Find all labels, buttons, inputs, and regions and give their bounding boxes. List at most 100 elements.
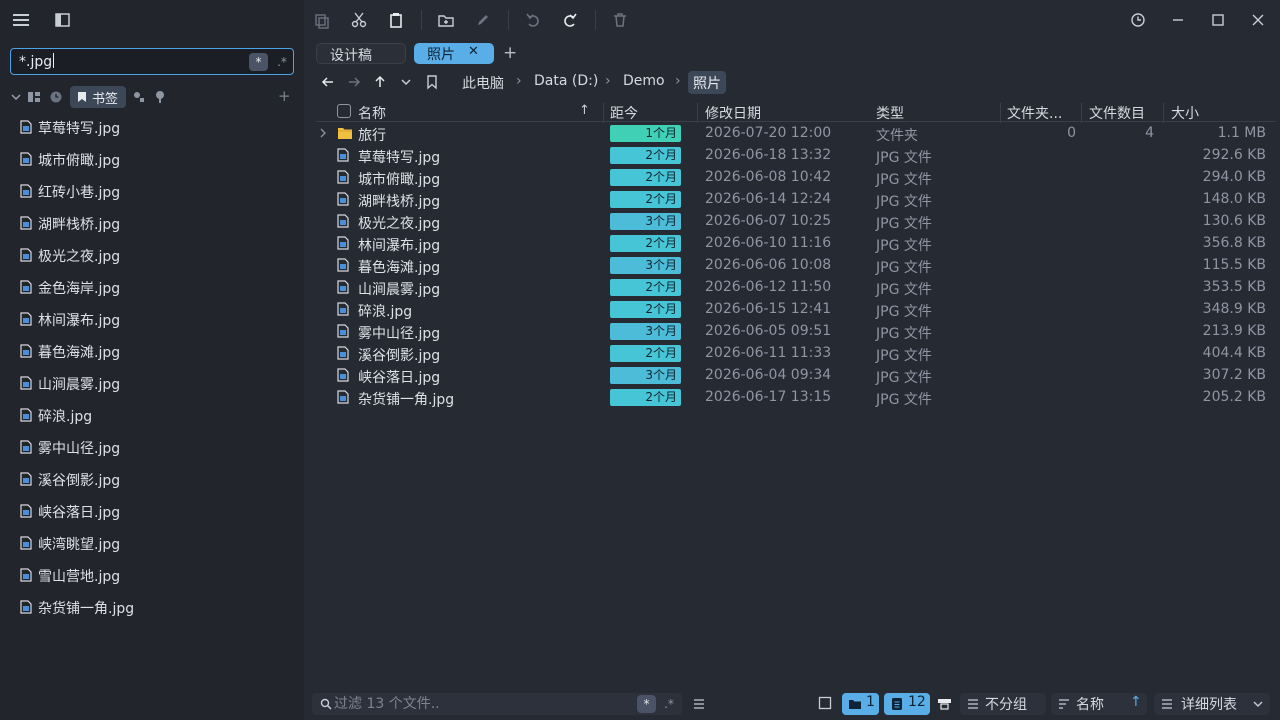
column-header-type[interactable]: 类型 xyxy=(876,103,904,123)
column-divider[interactable] xyxy=(1163,103,1164,123)
layout-icon[interactable] xyxy=(937,697,952,711)
sidebar-item[interactable]: 城市俯瞰.jpg xyxy=(0,144,304,176)
delete-icon[interactable] xyxy=(611,10,629,30)
image-file-icon xyxy=(337,258,353,273)
close-icon[interactable] xyxy=(1248,10,1268,30)
column-header-age[interactable]: 距今 xyxy=(610,103,638,123)
column-header-file-count[interactable]: 文件数目 xyxy=(1089,103,1145,123)
table-row[interactable]: 林间瀑布.jpg 2个月 2026-06-10 11:16 JPG 文件 356.8 K… xyxy=(316,233,1276,255)
sidebar-item[interactable]: 峡湾眺望.jpg xyxy=(0,528,304,560)
wildcard-toggle[interactable]: * xyxy=(249,53,268,71)
table-row[interactable]: 旅行 1个月 2026-07-20 12:00 文件夹 0 4 1.1 MB xyxy=(316,123,1276,145)
redo-icon[interactable] xyxy=(561,10,579,30)
table-row[interactable]: 杂货铺一角.jpg 2个月 2026-06-17 13:15 JPG 文件 205.2 … xyxy=(316,387,1276,409)
back-icon[interactable] xyxy=(320,74,336,90)
sidebar-item[interactable]: 杂货铺一角.jpg xyxy=(0,592,304,624)
filter-input[interactable] xyxy=(334,695,624,713)
sidebar-item[interactable]: 暮色海滩.jpg xyxy=(0,336,304,368)
table-row[interactable]: 峡谷落日.jpg 3个月 2026-06-04 09:34 JPG 文件 307.2 K… xyxy=(316,365,1276,387)
bookmark-icon[interactable] xyxy=(424,74,440,90)
sidebar-item[interactable]: 溪谷倒影.jpg xyxy=(0,464,304,496)
rename-icon[interactable] xyxy=(474,10,492,30)
tag-icon[interactable] xyxy=(153,90,167,104)
breadcrumb-this-pc[interactable]: 此电脑 xyxy=(462,73,504,93)
sidebar-item[interactable]: 极光之夜.jpg xyxy=(0,240,304,272)
new-tab-button[interactable]: + xyxy=(503,43,517,63)
sidebar-item[interactable]: 草莓特写.jpg xyxy=(0,112,304,144)
maximize-icon[interactable] xyxy=(1208,10,1228,30)
column-divider[interactable] xyxy=(1081,103,1082,123)
toggle-panel-icon[interactable] xyxy=(54,11,72,29)
add-tag-button[interactable]: + xyxy=(278,87,291,105)
sidebar-item[interactable]: 雪山营地.jpg xyxy=(0,560,304,592)
column-header-modified[interactable]: 修改日期 xyxy=(705,103,761,123)
filter-options-icon[interactable] xyxy=(692,697,706,711)
table-row[interactable]: 溪谷倒影.jpg 2个月 2026-06-11 11:33 JPG 文件 404.4 K… xyxy=(316,343,1276,365)
tab-photos[interactable]: 照片 ✕ xyxy=(414,43,494,64)
new-folder-icon[interactable] xyxy=(437,10,455,30)
filter-box[interactable]: * .* xyxy=(312,693,682,715)
table-row[interactable]: 城市俯瞰.jpg 2个月 2026-06-08 10:42 JPG 文件 294.0 K… xyxy=(316,167,1276,189)
history-dropdown-icon[interactable] xyxy=(398,74,414,90)
column-divider[interactable] xyxy=(603,103,604,123)
clock-icon[interactable] xyxy=(49,90,63,104)
sidebar-item[interactable]: 金色海岸.jpg xyxy=(0,272,304,304)
regex-toggle[interactable]: .* xyxy=(274,53,290,71)
shapes-icon[interactable] xyxy=(132,90,146,104)
breadcrumb-drive[interactable]: Data (D:) xyxy=(534,73,598,89)
sort-direction-toggle[interactable]: ↑ xyxy=(1130,694,1142,710)
tab-close-button[interactable]: ✕ xyxy=(468,44,479,59)
tab-design[interactable]: 设计稿 xyxy=(316,43,406,64)
up-icon[interactable] xyxy=(372,74,388,90)
column-divider[interactable] xyxy=(1000,103,1001,123)
history-icon[interactable] xyxy=(1128,10,1148,30)
file-count-toggle[interactable]: 12 xyxy=(884,693,930,715)
group-by-dropdown[interactable]: 不分组 xyxy=(960,693,1046,715)
search-box[interactable]: *.jpg * .* xyxy=(10,48,294,75)
table-row[interactable]: 极光之夜.jpg 3个月 2026-06-07 10:25 JPG 文件 130.6 K… xyxy=(316,211,1276,233)
sidebar-item[interactable]: 峡谷落日.jpg xyxy=(0,496,304,528)
table-row[interactable]: 湖畔栈桥.jpg 2个月 2026-06-14 12:24 JPG 文件 148.0 K… xyxy=(316,189,1276,211)
search-input[interactable]: *.jpg xyxy=(19,53,54,70)
sidebar-item[interactable]: 红砖小巷.jpg xyxy=(0,176,304,208)
undo-icon[interactable] xyxy=(524,10,542,30)
select-all-checkbox[interactable] xyxy=(337,104,351,118)
chevron-right-icon[interactable] xyxy=(318,127,328,139)
select-mode-icon[interactable] xyxy=(818,696,832,710)
sidebar-item[interactable]: 山涧晨雾.jpg xyxy=(0,368,304,400)
modified-date: 2026-06-12 11:50 xyxy=(705,279,832,295)
regex-toggle[interactable]: .* xyxy=(662,695,676,713)
file-size: 294.0 KB xyxy=(1202,169,1266,185)
sidebar-item-label: 极光之夜.jpg xyxy=(38,249,121,265)
forward-icon[interactable] xyxy=(346,74,362,90)
breadcrumb-demo[interactable]: Demo xyxy=(623,73,665,89)
column-header-size[interactable]: 大小 xyxy=(1171,103,1199,123)
copy-path-icon[interactable] xyxy=(313,10,331,30)
bookmark-tab[interactable]: 书签 xyxy=(70,86,126,108)
table-row[interactable]: 山涧晨雾.jpg 2个月 2026-06-12 11:50 JPG 文件 353.5 K… xyxy=(316,277,1276,299)
grid-icon[interactable] xyxy=(27,90,41,104)
table-row[interactable]: 雾中山径.jpg 3个月 2026-06-05 09:51 JPG 文件 213.9 K… xyxy=(316,321,1276,343)
cut-icon[interactable] xyxy=(350,10,368,30)
chevron-down-icon[interactable] xyxy=(10,91,22,103)
sort-by-dropdown[interactable]: 名称 ↑ xyxy=(1051,693,1147,715)
sidebar-item[interactable]: 林间瀑布.jpg xyxy=(0,304,304,336)
folder-count-toggle[interactable]: 1 xyxy=(842,693,879,715)
paste-icon[interactable] xyxy=(387,10,405,30)
sidebar-item[interactable]: 碎浪.jpg xyxy=(0,400,304,432)
view-mode-dropdown[interactable]: 详细列表 xyxy=(1154,693,1270,715)
column-header-folder-count[interactable]: 文件夹... xyxy=(1007,103,1062,123)
column-header-name[interactable]: 名称 xyxy=(358,103,386,123)
wildcard-toggle[interactable]: * xyxy=(637,695,656,713)
breadcrumb-photos[interactable]: 照片 xyxy=(688,71,726,94)
column-divider[interactable] xyxy=(697,103,698,123)
menu-icon[interactable] xyxy=(12,11,32,29)
table-row[interactable]: 暮色海滩.jpg 3个月 2026-06-06 10:08 JPG 文件 115.5 K… xyxy=(316,255,1276,277)
sidebar-item[interactable]: 湖畔栈桥.jpg xyxy=(0,208,304,240)
table-row[interactable]: 碎浪.jpg 2个月 2026-06-15 12:41 JPG 文件 348.9 KB xyxy=(316,299,1276,321)
minimize-icon[interactable] xyxy=(1168,10,1188,30)
age-badge: 3个月 xyxy=(610,213,681,230)
modified-date: 2026-06-10 11:16 xyxy=(705,235,832,251)
table-row[interactable]: 草莓特写.jpg 2个月 2026-06-18 13:32 JPG 文件 292.6 K… xyxy=(316,145,1276,167)
sidebar-item[interactable]: 雾中山径.jpg xyxy=(0,432,304,464)
